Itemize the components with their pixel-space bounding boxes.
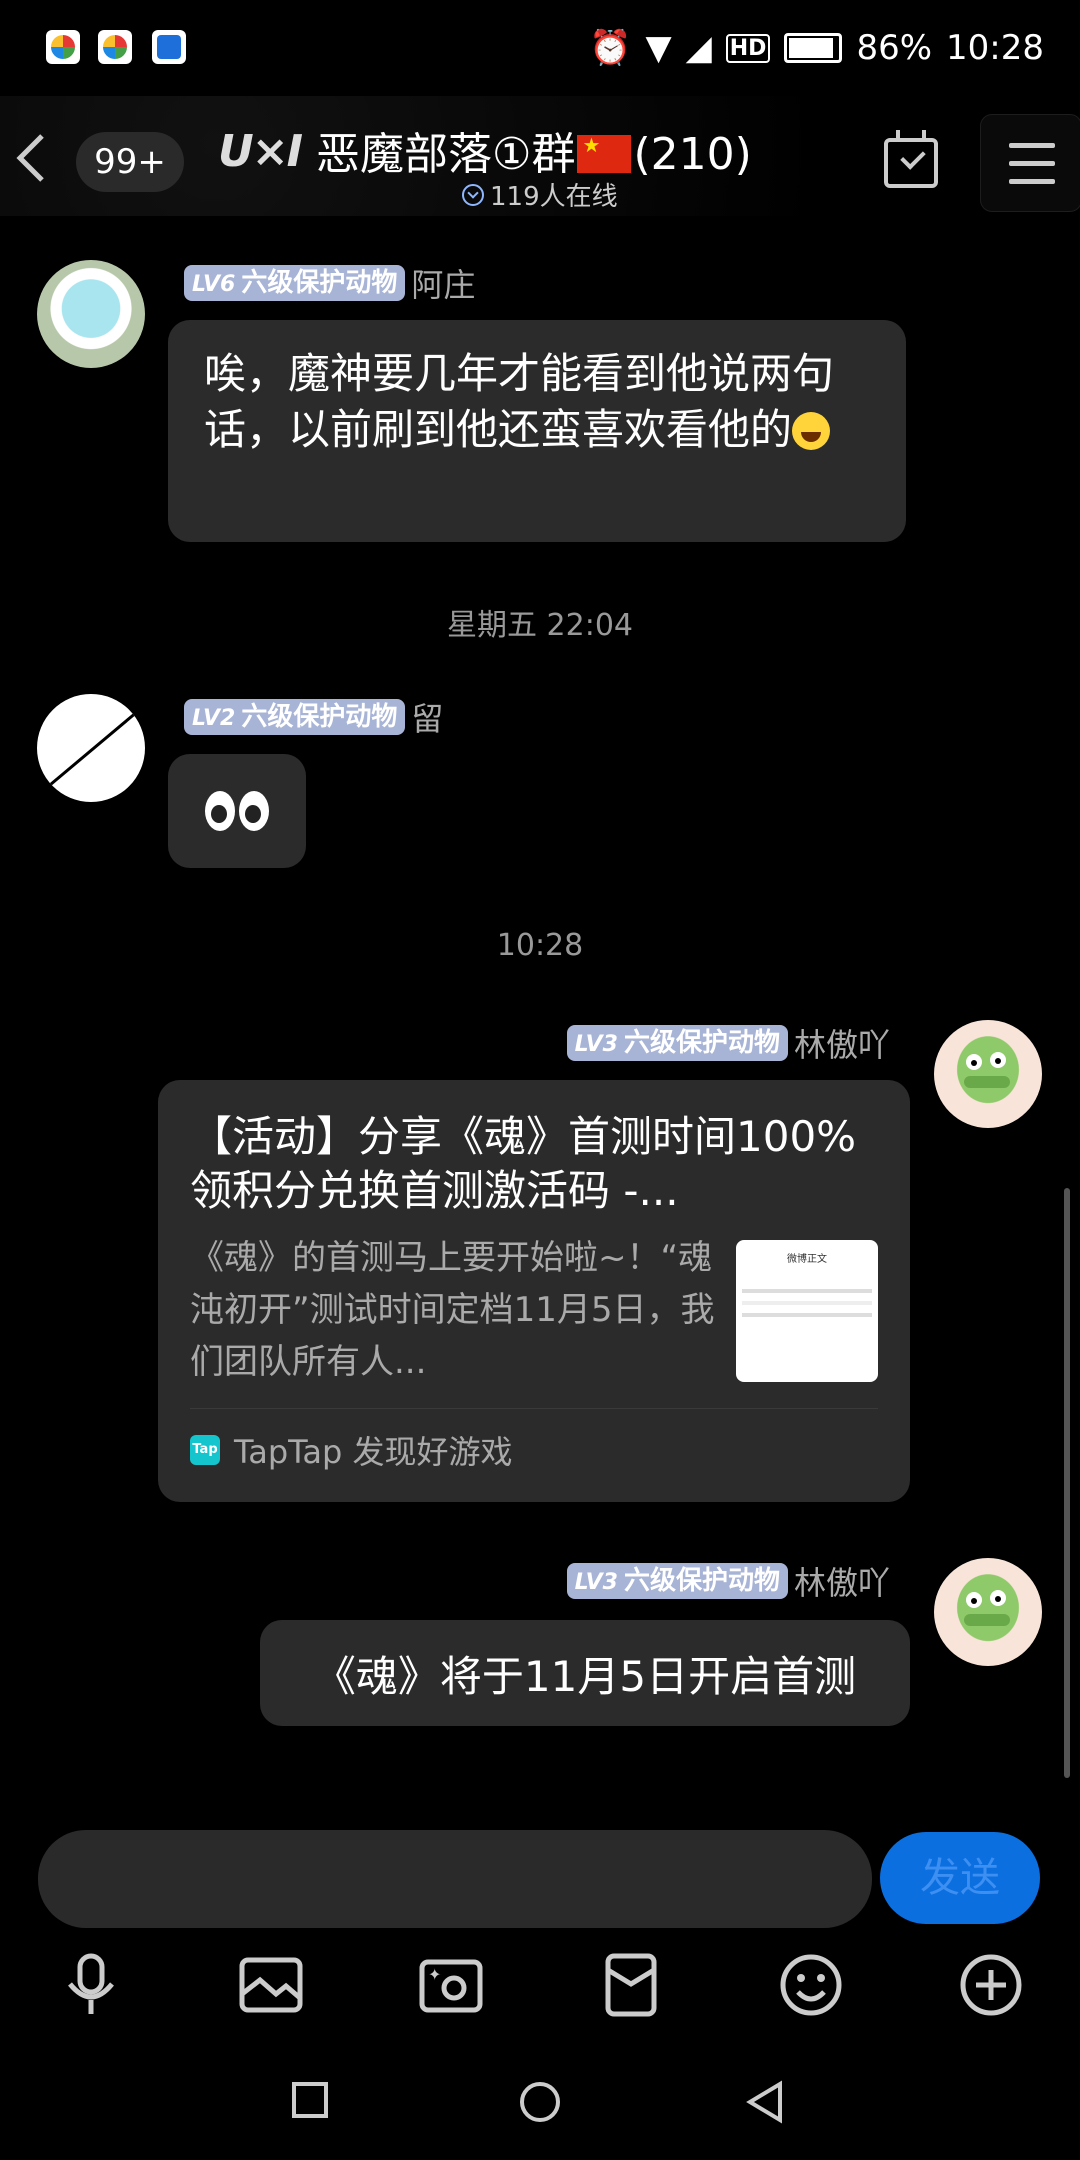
message-bubble[interactable]: 唉，魔神要几年才能看到他说两句话，以前刷到他还蛮喜欢看他的 [168, 320, 906, 542]
battery-icon [784, 33, 843, 63]
avatar[interactable] [934, 1020, 1042, 1128]
sender-name[interactable]: 林傲吖 [794, 1558, 890, 1604]
home-button[interactable] [518, 2080, 562, 2124]
battery-percent: 86% [856, 28, 933, 68]
scrollbar[interactable] [1064, 1188, 1070, 1778]
unread-badge[interactable]: 99+ [76, 132, 184, 192]
card-thumbnail: 微博正文 [736, 1240, 878, 1382]
timestamp: 星期五 22:04 [447, 608, 633, 643]
group-title[interactable]: 恶魔部落①群(210) [316, 118, 752, 182]
crocodile-avatar-icon [964, 1590, 1010, 1626]
hd-icon: HD [725, 33, 771, 63]
sender-name[interactable]: 阿庄 [411, 260, 475, 306]
timestamp: 10:28 [496, 928, 584, 963]
chat-header: 99+ U×I 恶魔部落①群(210) 119人在线 [0, 96, 1080, 216]
red-packet-icon[interactable] [596, 1950, 666, 2020]
signal-icon: ◢ [685, 28, 712, 68]
menu-icon [1009, 143, 1055, 148]
tears-of-joy-emoji-icon [792, 412, 831, 450]
wifi-icon: ▼ [645, 28, 672, 68]
menu-button[interactable] [980, 114, 1080, 212]
level-badge: LV6 六级保护动物 [184, 265, 406, 301]
avatar[interactable] [37, 694, 145, 802]
du-icon [152, 30, 186, 64]
status-bar: ⏰ ▼ ◢ HD 86% 10:28 [0, 0, 1080, 96]
card-description: 《魂》的首测马上要开始啦~！“魂沌初开”测试时间定档11月5日，我们团队所有人.… [190, 1238, 715, 1382]
crocodile-avatar-icon [964, 1052, 1010, 1088]
emoji-icon[interactable] [776, 1950, 846, 2020]
notification-app-icon [98, 30, 132, 64]
card-source: Tap TapTap 发现好游戏 [190, 1408, 878, 1473]
eyes-emoji-icon [205, 791, 235, 831]
avatar[interactable] [37, 260, 145, 368]
sender-name[interactable]: 林傲吖 [794, 1020, 890, 1066]
alarm-icon: ⏰ [589, 28, 632, 68]
camera-icon[interactable]: ✦ [416, 1950, 486, 2020]
svg-text:✦: ✦ [428, 1965, 441, 1984]
back-nav-button[interactable] [746, 2080, 786, 2124]
online-count[interactable]: 119人在线 [462, 176, 618, 213]
image-icon[interactable] [236, 1950, 306, 2020]
sender-info: LV2 六级保护动物 留 [184, 694, 443, 740]
china-flag-icon [577, 133, 632, 173]
plus-icon[interactable] [956, 1950, 1026, 2020]
sender-info: LV3 六级保护动物 林傲吖 [566, 1020, 890, 1066]
microphone-icon[interactable] [56, 1950, 126, 2020]
group-logo: U×I [218, 126, 303, 177]
sender-info: LV6 六级保护动物 阿庄 [184, 260, 475, 306]
send-button[interactable]: 发送 [880, 1832, 1040, 1924]
taptap-logo-icon: Tap [190, 1435, 220, 1465]
level-badge: LV3 六级保护动物 [566, 1563, 788, 1599]
message-input[interactable] [38, 1830, 872, 1928]
message-bubble[interactable]: 《魂》将于11月5日开启首测 [260, 1620, 910, 1726]
sender-info: LV3 六级保护动物 林傲吖 [566, 1558, 890, 1604]
notification-app-icon [46, 30, 80, 64]
level-badge: LV3 六级保护动物 [566, 1025, 788, 1061]
message-bubble[interactable] [168, 754, 306, 868]
back-icon[interactable] [12, 130, 52, 186]
calendar-check-icon[interactable] [884, 130, 938, 188]
sender-name[interactable]: 留 [411, 694, 443, 740]
recent-apps-button[interactable] [290, 2080, 330, 2120]
card-title: 【活动】分享《魂》首测时间100%领积分兑换首测激活码 -... [190, 1112, 857, 1215]
avatar[interactable] [934, 1558, 1042, 1666]
link-card[interactable]: 【活动】分享《魂》首测时间100%领积分兑换首测激活码 -... 《魂》的首测马… [158, 1080, 910, 1502]
level-badge: LV2 六级保护动物 [184, 699, 406, 735]
online-check-icon [462, 183, 484, 206]
clock: 10:28 [946, 28, 1044, 68]
